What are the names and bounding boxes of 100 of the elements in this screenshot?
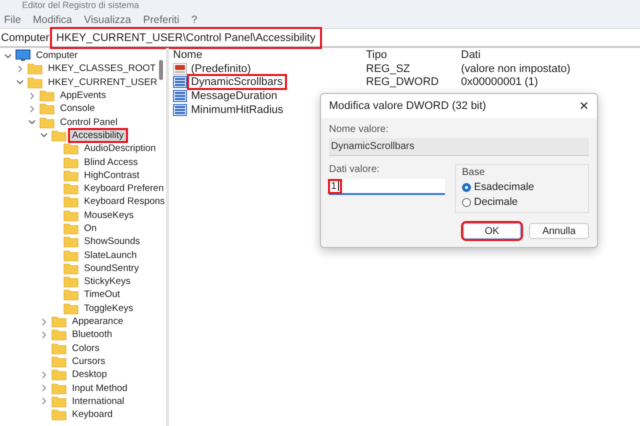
tree-item[interactable]: Keyboard — [70, 409, 115, 420]
radio-button[interactable] — [462, 198, 471, 206]
folder-icon — [39, 89, 55, 102]
menu-item[interactable]: Visualizza — [84, 14, 132, 26]
tree-item[interactable]: StickyKeys — [82, 276, 132, 288]
chevron-down-icon[interactable] — [16, 78, 24, 86]
folder-icon — [51, 394, 67, 408]
address-path: HKEY_CURRENT_USER\Control Panel\Accessibility — [52, 28, 320, 46]
tree-item[interactable]: AppEvents — [58, 90, 108, 102]
chevron-down-icon[interactable] — [40, 131, 48, 140]
folder-icon — [51, 382, 67, 395]
folder-icon — [63, 248, 79, 262]
string-value-icon — [173, 62, 187, 75]
chevron-right-icon[interactable] — [40, 397, 48, 406]
binary-value-icon — [173, 90, 187, 102]
value-data: 0x00000001 (1) — [461, 76, 540, 88]
binary-value-icon — [173, 76, 187, 88]
tree-item[interactable]: Bluetooth — [70, 329, 114, 340]
chevron-right-icon[interactable] — [40, 318, 48, 326]
tree-item[interactable]: On — [82, 223, 99, 234]
dialog-title: Modifica valore DWORD (32 bit) — [329, 100, 486, 112]
cancel-button[interactable]: Annulla — [529, 223, 589, 239]
tree-item[interactable]: TimeOut — [82, 289, 122, 300]
folder-icon — [63, 262, 79, 275]
chevron-right-icon[interactable] — [40, 330, 48, 339]
value-name[interactable]: MessageDuration — [189, 90, 280, 102]
folder-icon — [27, 76, 43, 89]
tree-item[interactable]: Input Method — [70, 382, 130, 394]
value-name[interactable]: DynamicScrollbars — [189, 76, 285, 88]
chevron-down-icon[interactable] — [28, 118, 36, 126]
tree-item[interactable]: Blind Access — [82, 156, 140, 168]
radio-button[interactable] — [462, 182, 471, 192]
folder-icon — [51, 354, 67, 368]
tree-item[interactable]: HighContrast — [82, 170, 142, 181]
folder-icon — [39, 116, 55, 129]
value-type: REG_DWORD — [366, 76, 440, 88]
value-name-field[interactable]: DynamicScrollbars — [329, 138, 589, 156]
tree-item[interactable]: AudioDescription — [82, 143, 158, 154]
folder-icon — [63, 302, 79, 315]
column-header[interactable]: Nome — [173, 49, 366, 61]
menu-item[interactable]: File — [4, 14, 21, 26]
value-data: (valore non impostato) — [461, 62, 572, 75]
folder-icon — [63, 208, 79, 222]
ok-button[interactable]: OK — [463, 223, 521, 239]
chevron-right-icon[interactable] — [28, 92, 36, 100]
scrollbar-thumb[interactable] — [159, 60, 163, 80]
binary-value-icon — [173, 104, 187, 116]
folder-icon — [51, 128, 67, 142]
value-type: REG_SZ — [366, 62, 412, 75]
folder-icon — [63, 275, 79, 288]
column-header[interactable]: Tipo — [366, 49, 461, 61]
tree-item[interactable]: ToggleKeys — [82, 302, 136, 314]
tree-item[interactable]: International — [70, 396, 126, 407]
group-label: Base — [462, 167, 486, 178]
tree-item[interactable]: Keyboard Respons — [82, 196, 166, 208]
menu-item[interactable]: Modifica — [32, 14, 72, 26]
tree-item[interactable]: Desktop — [70, 369, 109, 380]
chevron-down-icon[interactable] — [4, 52, 12, 60]
tree-item[interactable]: MouseKeys — [82, 210, 136, 221]
column-header[interactable]: Dati — [461, 49, 640, 61]
address-bar[interactable]: Computer HKEY_CURRENT_USER\Control Panel\Accessibility — [0, 28, 640, 48]
window-title: Editor del Registro di sistema — [22, 0, 140, 11]
tree-item[interactable]: Colors — [70, 342, 102, 354]
text-cursor — [338, 180, 339, 191]
folder-icon — [39, 102, 55, 116]
menu-item[interactable]: ? — [191, 14, 198, 26]
tree-item[interactable]: Keyboard Preferen — [82, 183, 166, 194]
tree-item[interactable]: SlateLaunch — [82, 250, 139, 261]
chevron-right-icon[interactable] — [28, 104, 36, 113]
tree-item[interactable]: Appearance — [70, 316, 126, 328]
chevron-right-icon[interactable] — [40, 384, 48, 392]
value-data-field[interactable]: 1 — [329, 179, 445, 195]
tree-item[interactable]: Accessibility — [70, 130, 126, 141]
typed-value: 1 — [330, 180, 340, 192]
radio-label[interactable]: Esadecimale — [474, 181, 534, 193]
tree-item[interactable]: Console — [58, 103, 97, 114]
chevron-right-icon[interactable] — [40, 370, 48, 379]
folder-icon — [51, 368, 67, 382]
tree-item[interactable]: HKEY_CLASSES_ROOT — [46, 63, 158, 74]
folder-icon — [63, 288, 79, 302]
tree-item[interactable]: Control Panel — [58, 116, 120, 128]
folder-icon — [51, 408, 67, 422]
tree-item[interactable]: ShowSounds — [82, 236, 142, 248]
address-root: Computer — [0, 32, 50, 44]
folder-icon — [63, 195, 79, 208]
tree-item[interactable]: Cursors — [70, 356, 108, 367]
value-name[interactable]: (Predefinito) — [189, 62, 253, 75]
chevron-right-icon[interactable] — [16, 64, 24, 73]
tree-item[interactable]: Computer — [34, 50, 80, 62]
tree-item[interactable]: SoundSentry — [82, 262, 141, 274]
monitor-icon — [15, 49, 31, 62]
folder-icon — [63, 168, 79, 182]
folder-icon — [63, 235, 79, 248]
radio-label[interactable]: Decimale — [474, 196, 518, 208]
menu-item[interactable]: Preferiti — [143, 14, 180, 26]
field-label: Dati valore: — [329, 164, 381, 175]
close-button[interactable]: ✕ — [579, 99, 589, 113]
tree-item[interactable]: HKEY_CURRENT_USER — [46, 76, 160, 88]
value-name[interactable]: MinimumHitRadius — [189, 104, 286, 116]
folder-icon — [51, 328, 67, 342]
